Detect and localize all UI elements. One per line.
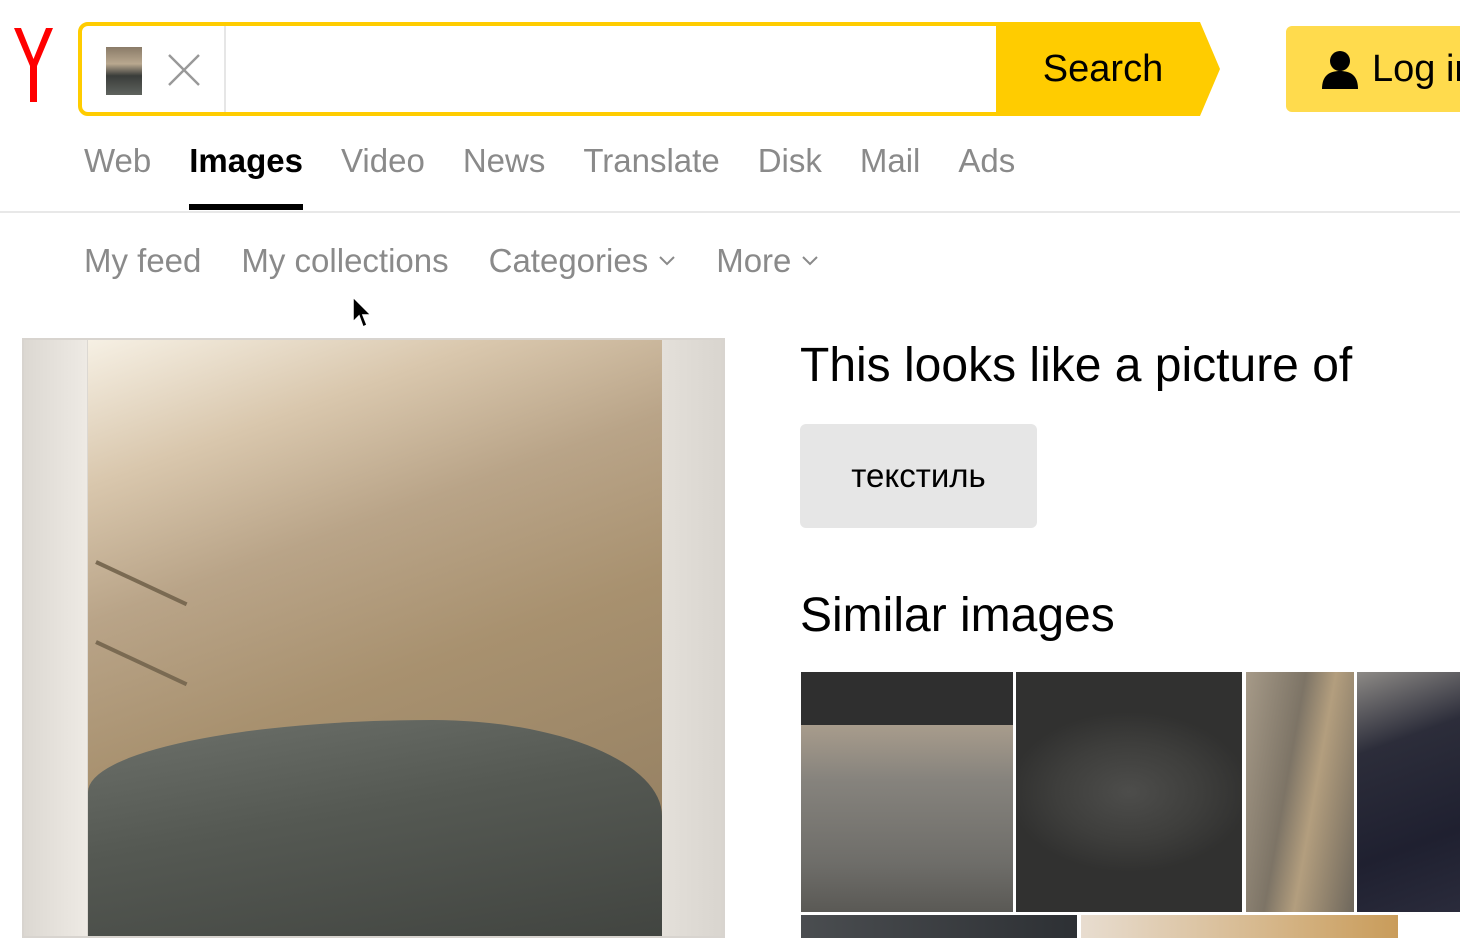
similar-image[interactable]	[801, 915, 1077, 938]
tab-translate[interactable]: Translate	[583, 138, 719, 212]
close-icon[interactable]	[166, 52, 202, 88]
similar-image[interactable]	[1081, 915, 1398, 938]
tab-video[interactable]: Video	[341, 138, 425, 212]
tab-mail[interactable]: Mail	[860, 138, 921, 212]
login-label: Log in	[1372, 47, 1460, 90]
recognition-tag[interactable]: текстиль	[800, 424, 1037, 528]
subnav-more[interactable]: More	[716, 242, 819, 280]
subnav-label: My feed	[84, 242, 202, 279]
user-icon	[1322, 51, 1358, 89]
similar-image[interactable]	[1357, 672, 1460, 912]
subnav-label: Categories	[488, 242, 649, 279]
mouse-cursor-icon	[352, 296, 373, 329]
query-image-box	[82, 26, 226, 112]
tab-images[interactable]: Images	[189, 138, 303, 212]
tabs-divider	[0, 211, 1460, 213]
subnav-label: My collections	[241, 242, 449, 279]
chevron-down-icon	[659, 256, 675, 266]
subnav-my-feed[interactable]: My feed	[84, 242, 201, 280]
similar-image[interactable]	[801, 672, 1013, 912]
query-photo	[88, 340, 662, 936]
query-image-preview[interactable]	[22, 338, 725, 938]
recognition-heading: This looks like a picture of	[800, 339, 1353, 392]
similar-image[interactable]	[1016, 672, 1242, 912]
tab-web[interactable]: Web	[84, 138, 151, 212]
similar-image[interactable]	[1246, 672, 1354, 912]
login-button[interactable]: Log in	[1286, 26, 1460, 112]
subnav-label: More	[716, 242, 792, 279]
tab-disk[interactable]: Disk	[758, 138, 822, 212]
tab-news[interactable]: News	[463, 138, 546, 212]
yandex-logo[interactable]	[10, 26, 56, 104]
similar-images-heading: Similar images	[800, 589, 1115, 642]
subnav-categories[interactable]: Categories	[489, 242, 677, 280]
service-tabs: Web Images Video News Translate Disk Mai…	[84, 138, 1053, 212]
images-subnav: My feed My collections Categories More	[84, 236, 859, 286]
search-input[interactable]	[232, 26, 996, 114]
search-button[interactable]: Search	[996, 22, 1220, 116]
chevron-down-icon	[802, 256, 819, 266]
tab-ads[interactable]: Ads	[958, 138, 1015, 212]
query-image-thumbnail[interactable]	[106, 47, 142, 95]
subnav-my-collections[interactable]: My collections	[241, 242, 448, 280]
